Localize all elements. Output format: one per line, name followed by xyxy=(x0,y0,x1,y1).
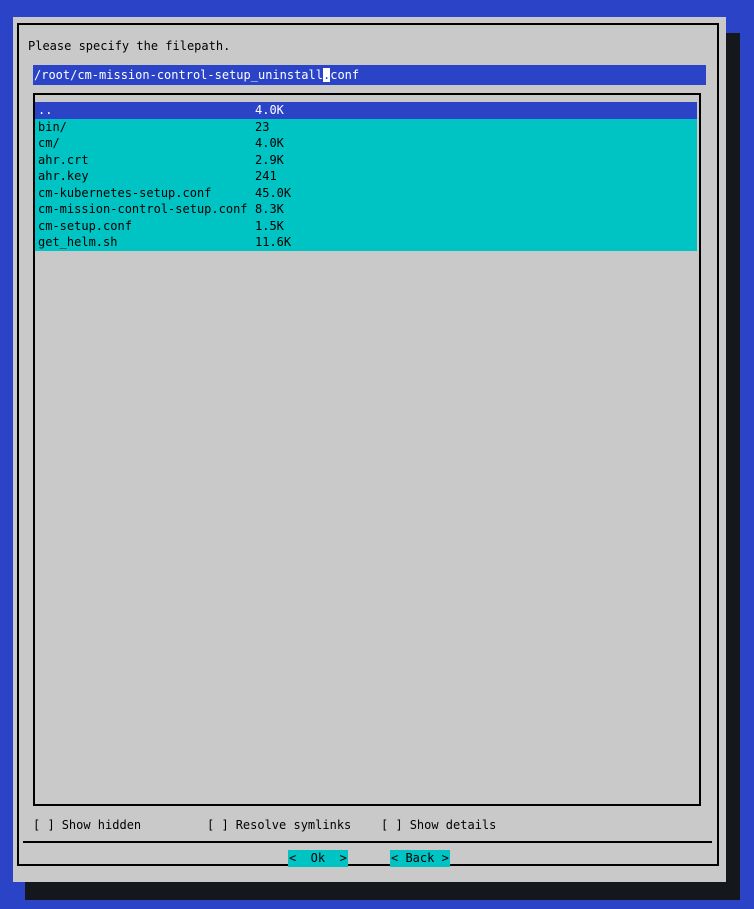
file-selection-dialog: Please specify the filepath. /root/cm-mi… xyxy=(13,17,726,882)
dialog-prompt: Please specify the filepath. xyxy=(28,39,231,53)
checkbox-label: Show details xyxy=(409,818,497,832)
checkbox-label: Show hidden xyxy=(61,818,142,832)
file-name: bin/ xyxy=(38,119,67,134)
button-area-separator xyxy=(23,841,712,843)
back-button[interactable]: < Back > xyxy=(390,850,450,867)
file-size: 11.6K xyxy=(255,235,292,249)
file-size: 45.0K xyxy=(255,185,292,200)
file-size: 8.3K xyxy=(255,202,284,216)
file-size: 23 xyxy=(255,119,270,134)
file-size: 4.0K xyxy=(255,103,284,117)
file-size: 1.5K xyxy=(255,218,284,233)
file-row[interactable]: bin/23 xyxy=(35,118,697,135)
file-name: ahr.key xyxy=(38,169,89,183)
file-row[interactable]: get_helm.sh 11.6K xyxy=(35,234,697,251)
file-list: .. 4.0K bin/23 cm/4.0K ahr.crt 2.9K ahr.ke… xyxy=(33,93,701,806)
checkbox-box-icon: [ ] xyxy=(381,818,403,832)
file-row[interactable]: cm/4.0K xyxy=(35,135,697,152)
file-name: get_helm.sh xyxy=(38,235,118,249)
file-name: cm/ xyxy=(38,136,60,150)
checkbox-show-hidden[interactable]: [ ] Show hidden xyxy=(33,817,141,834)
file-row[interactable]: ahr.crt 2.9K xyxy=(35,151,697,168)
file-name: ahr.crt xyxy=(38,152,89,167)
checkbox-resolve-symlinks[interactable]: [ ] Resolve symlinks xyxy=(207,817,351,834)
input-text-after-cursor: conf xyxy=(330,68,360,82)
checkbox-box-icon: [ ] xyxy=(207,818,229,832)
file-size: 2.9K xyxy=(255,152,284,167)
terminal-screen: { "dialog": { "title": "Please specify t… xyxy=(0,0,754,909)
file-name: cm-kubernetes-setup.conf xyxy=(38,185,212,200)
file-row[interactable]: ahr.key 241 xyxy=(35,168,697,185)
file-row-selected[interactable]: .. 4.0K xyxy=(35,102,697,119)
input-text-before-cursor: /root/cm-mission-control-setup_uninstall xyxy=(34,68,323,82)
file-row[interactable]: cm-setup.conf 1.5K xyxy=(35,217,697,234)
file-rows: .. 4.0K bin/23 cm/4.0K ahr.crt 2.9K ahr.ke… xyxy=(35,102,699,251)
checkbox-label: Resolve symlinks xyxy=(235,818,352,832)
checkbox-show-details[interactable]: [ ] Show details xyxy=(381,817,496,834)
file-name: cm-setup.conf xyxy=(38,218,132,233)
file-name: .. xyxy=(38,103,53,117)
filepath-input[interactable]: /root/cm-mission-control-setup_uninstall… xyxy=(33,65,706,85)
file-row[interactable]: cm-kubernetes-setup.conf 45.0K xyxy=(35,184,697,201)
file-size: 241 xyxy=(255,169,277,183)
file-row[interactable]: cm-mission-control-setup.conf 8.3K xyxy=(35,201,697,218)
ok-button[interactable]: < Ok > xyxy=(288,850,348,867)
checkbox-box-icon: [ ] xyxy=(33,818,55,832)
file-size: 4.0K xyxy=(255,136,284,150)
file-name: cm-mission-control-setup.conf xyxy=(38,202,248,216)
